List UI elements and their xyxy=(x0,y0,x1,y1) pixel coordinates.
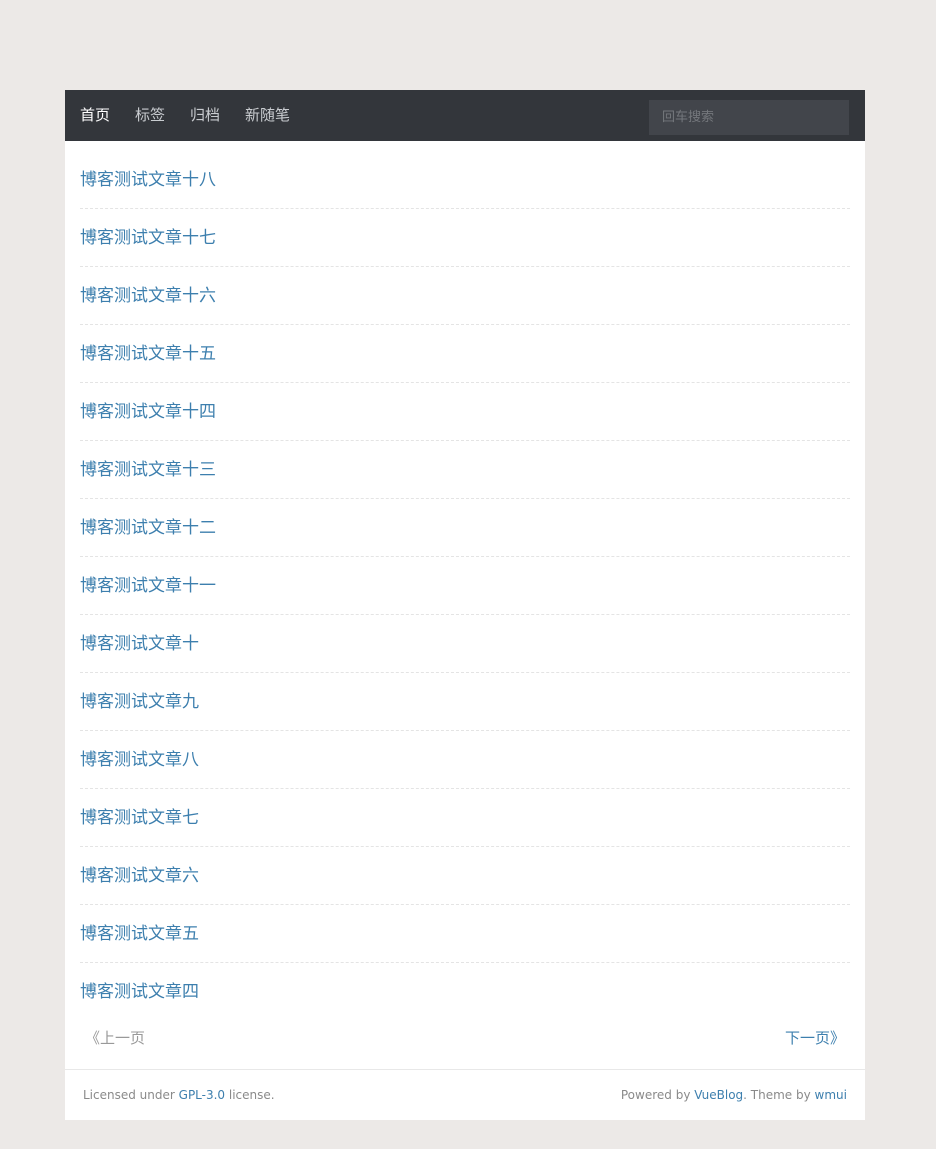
footer-credits: Powered by VueBlog. Theme by wmui xyxy=(621,1088,847,1102)
post-link[interactable]: 博客测试文章八 xyxy=(80,750,199,770)
post-list-item: 博客测试文章十一 xyxy=(80,557,850,615)
post-link[interactable]: 博客测试文章五 xyxy=(80,924,199,944)
post-list-item: 博客测试文章六 xyxy=(80,847,850,905)
nav-item-new-post[interactable]: 新随笔 xyxy=(245,90,290,141)
license-prefix: Licensed under xyxy=(83,1088,179,1102)
post-link[interactable]: 博客测试文章十四 xyxy=(80,402,216,422)
post-list-item: 博客测试文章十五 xyxy=(80,325,850,383)
license-suffix: license. xyxy=(225,1088,275,1102)
post-link[interactable]: 博客测试文章七 xyxy=(80,808,199,828)
main-content: 博客测试文章十八 博客测试文章十七 博客测试文章十六 博客测试文章十五 博客测试… xyxy=(65,141,865,1069)
post-link[interactable]: 博客测试文章十八 xyxy=(80,170,216,190)
post-link[interactable]: 博客测试文章十 xyxy=(80,634,199,654)
post-list-item: 博客测试文章七 xyxy=(80,789,850,847)
powered-prefix: Powered by xyxy=(620,1088,695,1102)
post-list-item: 博客测试文章十二 xyxy=(80,499,850,557)
post-list-item: 博客测试文章十四 xyxy=(80,383,850,441)
post-link[interactable]: 博客测试文章十六 xyxy=(80,286,216,306)
vueblog-link[interactable]: VueBlog xyxy=(694,1088,743,1102)
post-link[interactable]: 博客测试文章四 xyxy=(80,982,199,1002)
footer: Licensed under GPL-3.0 license. Powered … xyxy=(65,1069,865,1120)
pagination: 《上一页 下一页》 xyxy=(80,1021,850,1069)
post-list-item: 博客测试文章八 xyxy=(80,731,850,789)
post-list-item: 博客测试文章十七 xyxy=(80,209,850,267)
nav-item-archive[interactable]: 归档 xyxy=(190,90,220,141)
page-container: 首页 标签 归档 新随笔 博客测试文章十八 博客测试文章十七 博客测试文章十六 … xyxy=(65,90,865,1120)
post-link[interactable]: 博客测试文章九 xyxy=(80,692,199,712)
nav-item-home[interactable]: 首页 xyxy=(80,90,110,141)
post-list-item: 博客测试文章四 xyxy=(80,963,850,1021)
footer-license: Licensed under GPL-3.0 license. xyxy=(83,1088,275,1102)
post-list-item: 博客测试文章五 xyxy=(80,905,850,963)
prev-page-button[interactable]: 《上一页 xyxy=(85,1027,145,1069)
license-link[interactable]: GPL-3.0 xyxy=(179,1088,225,1102)
search-input[interactable] xyxy=(649,100,849,135)
post-link[interactable]: 博客测试文章十二 xyxy=(80,518,216,538)
theme-prefix: . Theme by xyxy=(743,1088,815,1102)
post-link[interactable]: 博客测试文章六 xyxy=(80,866,199,886)
theme-link[interactable]: wmui xyxy=(815,1088,847,1102)
post-list-item: 博客测试文章十 xyxy=(80,615,850,673)
post-link[interactable]: 博客测试文章十三 xyxy=(80,460,216,480)
post-list-item: 博客测试文章十三 xyxy=(80,441,850,499)
nav-item-tags[interactable]: 标签 xyxy=(135,90,165,141)
next-page-button[interactable]: 下一页》 xyxy=(785,1027,845,1069)
post-link[interactable]: 博客测试文章十一 xyxy=(80,576,216,596)
post-list: 博客测试文章十八 博客测试文章十七 博客测试文章十六 博客测试文章十五 博客测试… xyxy=(80,151,850,1021)
post-link[interactable]: 博客测试文章十七 xyxy=(80,228,216,248)
post-link[interactable]: 博客测试文章十五 xyxy=(80,344,216,364)
post-list-item: 博客测试文章十八 xyxy=(80,151,850,209)
top-navbar: 首页 标签 归档 新随笔 xyxy=(65,90,865,141)
post-list-item: 博客测试文章九 xyxy=(80,673,850,731)
post-list-item: 博客测试文章十六 xyxy=(80,267,850,325)
